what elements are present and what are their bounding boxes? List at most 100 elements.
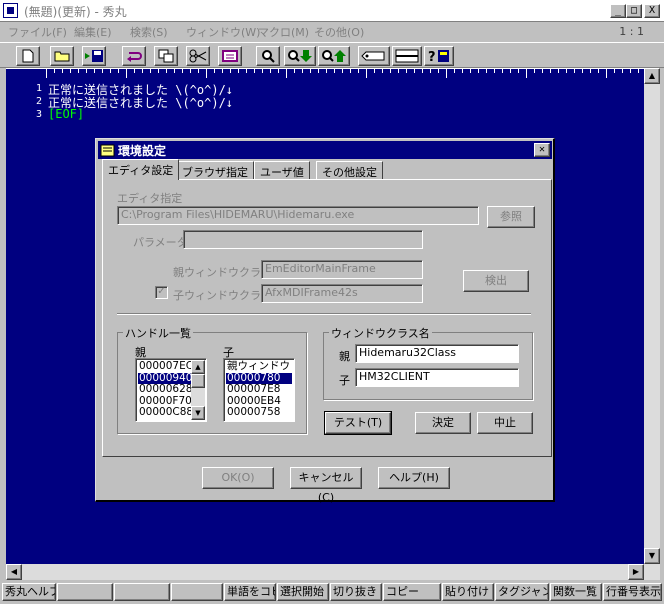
ruler-tick <box>598 69 599 73</box>
status-select-start-button[interactable]: 選択開始 <box>277 583 329 601</box>
copy-icon[interactable] <box>154 46 178 66</box>
undo-icon[interactable] <box>122 46 146 66</box>
editor-path-field[interactable]: C:\Program Files\HIDEMARU\Hidemaru.exe <box>117 206 479 225</box>
tab-editor-settings[interactable]: エディタ設定 <box>102 159 180 180</box>
tag-jump-icon[interactable] <box>358 46 390 66</box>
hidemaru-app-icon[interactable] <box>3 3 18 18</box>
help-icon[interactable]: ? <box>424 46 454 66</box>
ruler-tick <box>126 69 127 78</box>
ruler-tick <box>478 69 479 73</box>
status-slot[interactable] <box>114 583 170 601</box>
detect-button[interactable]: 検出 <box>463 270 529 292</box>
ruler-tick <box>414 69 415 73</box>
child-handle-list-item[interactable]: 000007E8 <box>226 384 292 396</box>
class-child-label: 子 <box>339 374 350 387</box>
paste-icon[interactable] <box>218 46 242 66</box>
scroll-right-icon[interactable]: ▶ <box>628 564 644 580</box>
cancel-button[interactable]: キャンセル(C) <box>290 467 362 504</box>
new-file-icon[interactable] <box>16 46 40 66</box>
ruler-tick <box>622 69 623 73</box>
minimize-button[interactable]: _ <box>610 4 626 18</box>
eof-marker: [EOF] <box>48 107 85 121</box>
child-handle-list-item[interactable]: 親ウィンドウ <box>226 361 292 373</box>
help-button[interactable]: ヘルプ(H) <box>378 467 450 489</box>
scroll-up-icon[interactable]: ▲ <box>644 68 660 84</box>
ruler-tick <box>446 69 447 78</box>
ruler-tick <box>374 69 375 73</box>
ruler-tick <box>470 69 471 73</box>
tab-browser[interactable]: ブラウザ指定 <box>176 161 254 180</box>
menu-macro[interactable]: マクロ(M) <box>258 24 309 40</box>
status-help-button[interactable]: 秀丸ヘルプ <box>2 583 56 601</box>
maximize-button[interactable]: □ <box>626 4 642 18</box>
ruler-tick <box>366 69 367 78</box>
menu-file[interactable]: ファイル(F) <box>8 24 67 40</box>
child-class-field[interactable]: AfxMDIFrame42s <box>261 284 423 303</box>
save-icon[interactable] <box>82 46 106 66</box>
ruler-tick <box>566 69 567 73</box>
class-parent-label: 親 <box>339 350 350 363</box>
status-paste-button[interactable]: 貼り付け <box>442 583 494 601</box>
scroll-thumb[interactable] <box>191 374 205 388</box>
window-split-icon[interactable] <box>392 46 422 66</box>
search-up-icon[interactable] <box>318 46 350 66</box>
ruler-tick <box>582 69 583 73</box>
vertical-scrollbar[interactable]: ▲ ▼ <box>644 68 660 564</box>
status-copy-button[interactable]: コピー <box>383 583 441 601</box>
cut-icon[interactable] <box>186 46 210 66</box>
parent-list-scrollbar[interactable]: ▲ ▼ <box>191 360 205 420</box>
child-class-checkbox[interactable]: ✓ <box>155 286 168 299</box>
scroll-up-icon[interactable]: ▲ <box>191 360 205 374</box>
search-down-icon[interactable] <box>284 46 316 66</box>
parent-handle-items: 000007EC 00000940 00000628 00000F70 00000C88 <box>138 361 193 419</box>
parent-handle-list-item[interactable]: 00000628 <box>138 384 192 396</box>
ruler-tick <box>166 69 167 73</box>
window-class-group <box>323 332 533 400</box>
ok-button[interactable]: OK(O) <box>202 467 274 489</box>
browse-button[interactable]: 参照 <box>487 206 535 228</box>
ruler-tick <box>206 69 207 78</box>
status-copy-word-button[interactable]: 単語をコピー <box>224 583 276 601</box>
ruler-tick <box>214 69 215 73</box>
status-line-number-button[interactable]: 行番号表示 <box>603 583 662 601</box>
search-icon[interactable] <box>256 46 280 66</box>
tab-other-settings[interactable]: その他設定 <box>316 161 383 180</box>
class-child-field[interactable]: HM32CLIENT <box>355 368 519 387</box>
tab-user-value[interactable]: ユーザ値 <box>254 161 310 180</box>
horizontal-scrollbar[interactable]: ◀ ▶ <box>6 564 660 580</box>
class-parent-field[interactable]: Hidemaru32Class <box>355 344 519 363</box>
ruler-tick <box>534 69 535 73</box>
status-function-list-button[interactable]: 関数一覧 <box>550 583 602 601</box>
parent-class-field[interactable]: EmEditorMainFrame <box>261 260 423 279</box>
status-tag-jump-button[interactable]: タグジャンプ <box>495 583 549 601</box>
stop-button[interactable]: 中止 <box>477 412 533 434</box>
parent-handle-list-item[interactable]: 00000C88 <box>138 407 193 419</box>
handle-list-group-title: ハンドル一覧 <box>123 325 193 341</box>
scroll-left-icon[interactable]: ◀ <box>6 564 22 580</box>
dialog-title: 環境設定 <box>118 144 167 158</box>
dialog-close-button[interactable]: ✕ <box>534 143 550 157</box>
line-number: 2 <box>35 96 42 107</box>
parent-handle-list-item[interactable]: 000007EC <box>138 361 193 373</box>
scroll-down-icon[interactable]: ▼ <box>644 548 660 564</box>
status-cut-button[interactable]: 切り抜き <box>330 583 382 601</box>
menu-window[interactable]: ウィンドウ(W) <box>186 24 260 40</box>
ruler-tick <box>398 69 399 73</box>
menu-search[interactable]: 検索(S) <box>130 24 168 40</box>
status-slot[interactable] <box>57 583 113 601</box>
decide-button[interactable]: 決定 <box>415 412 471 434</box>
close-button[interactable]: X <box>644 4 660 18</box>
menu-other[interactable]: その他(O) <box>314 24 364 40</box>
scroll-down-icon[interactable]: ▼ <box>191 406 205 420</box>
ruler-tick <box>198 69 199 73</box>
test-button[interactable]: テスト(T) <box>324 411 392 435</box>
open-folder-icon[interactable] <box>50 46 74 66</box>
child-handle-list-item[interactable]: 00000758 <box>226 407 292 419</box>
parameter-field[interactable] <box>183 230 423 249</box>
menu-edit[interactable]: 編集(E) <box>74 24 112 40</box>
status-slot[interactable] <box>171 583 223 601</box>
ruler-tick <box>158 69 159 73</box>
ruler-tick <box>182 69 183 73</box>
ruler-tick <box>46 69 47 78</box>
ruler <box>6 68 644 80</box>
